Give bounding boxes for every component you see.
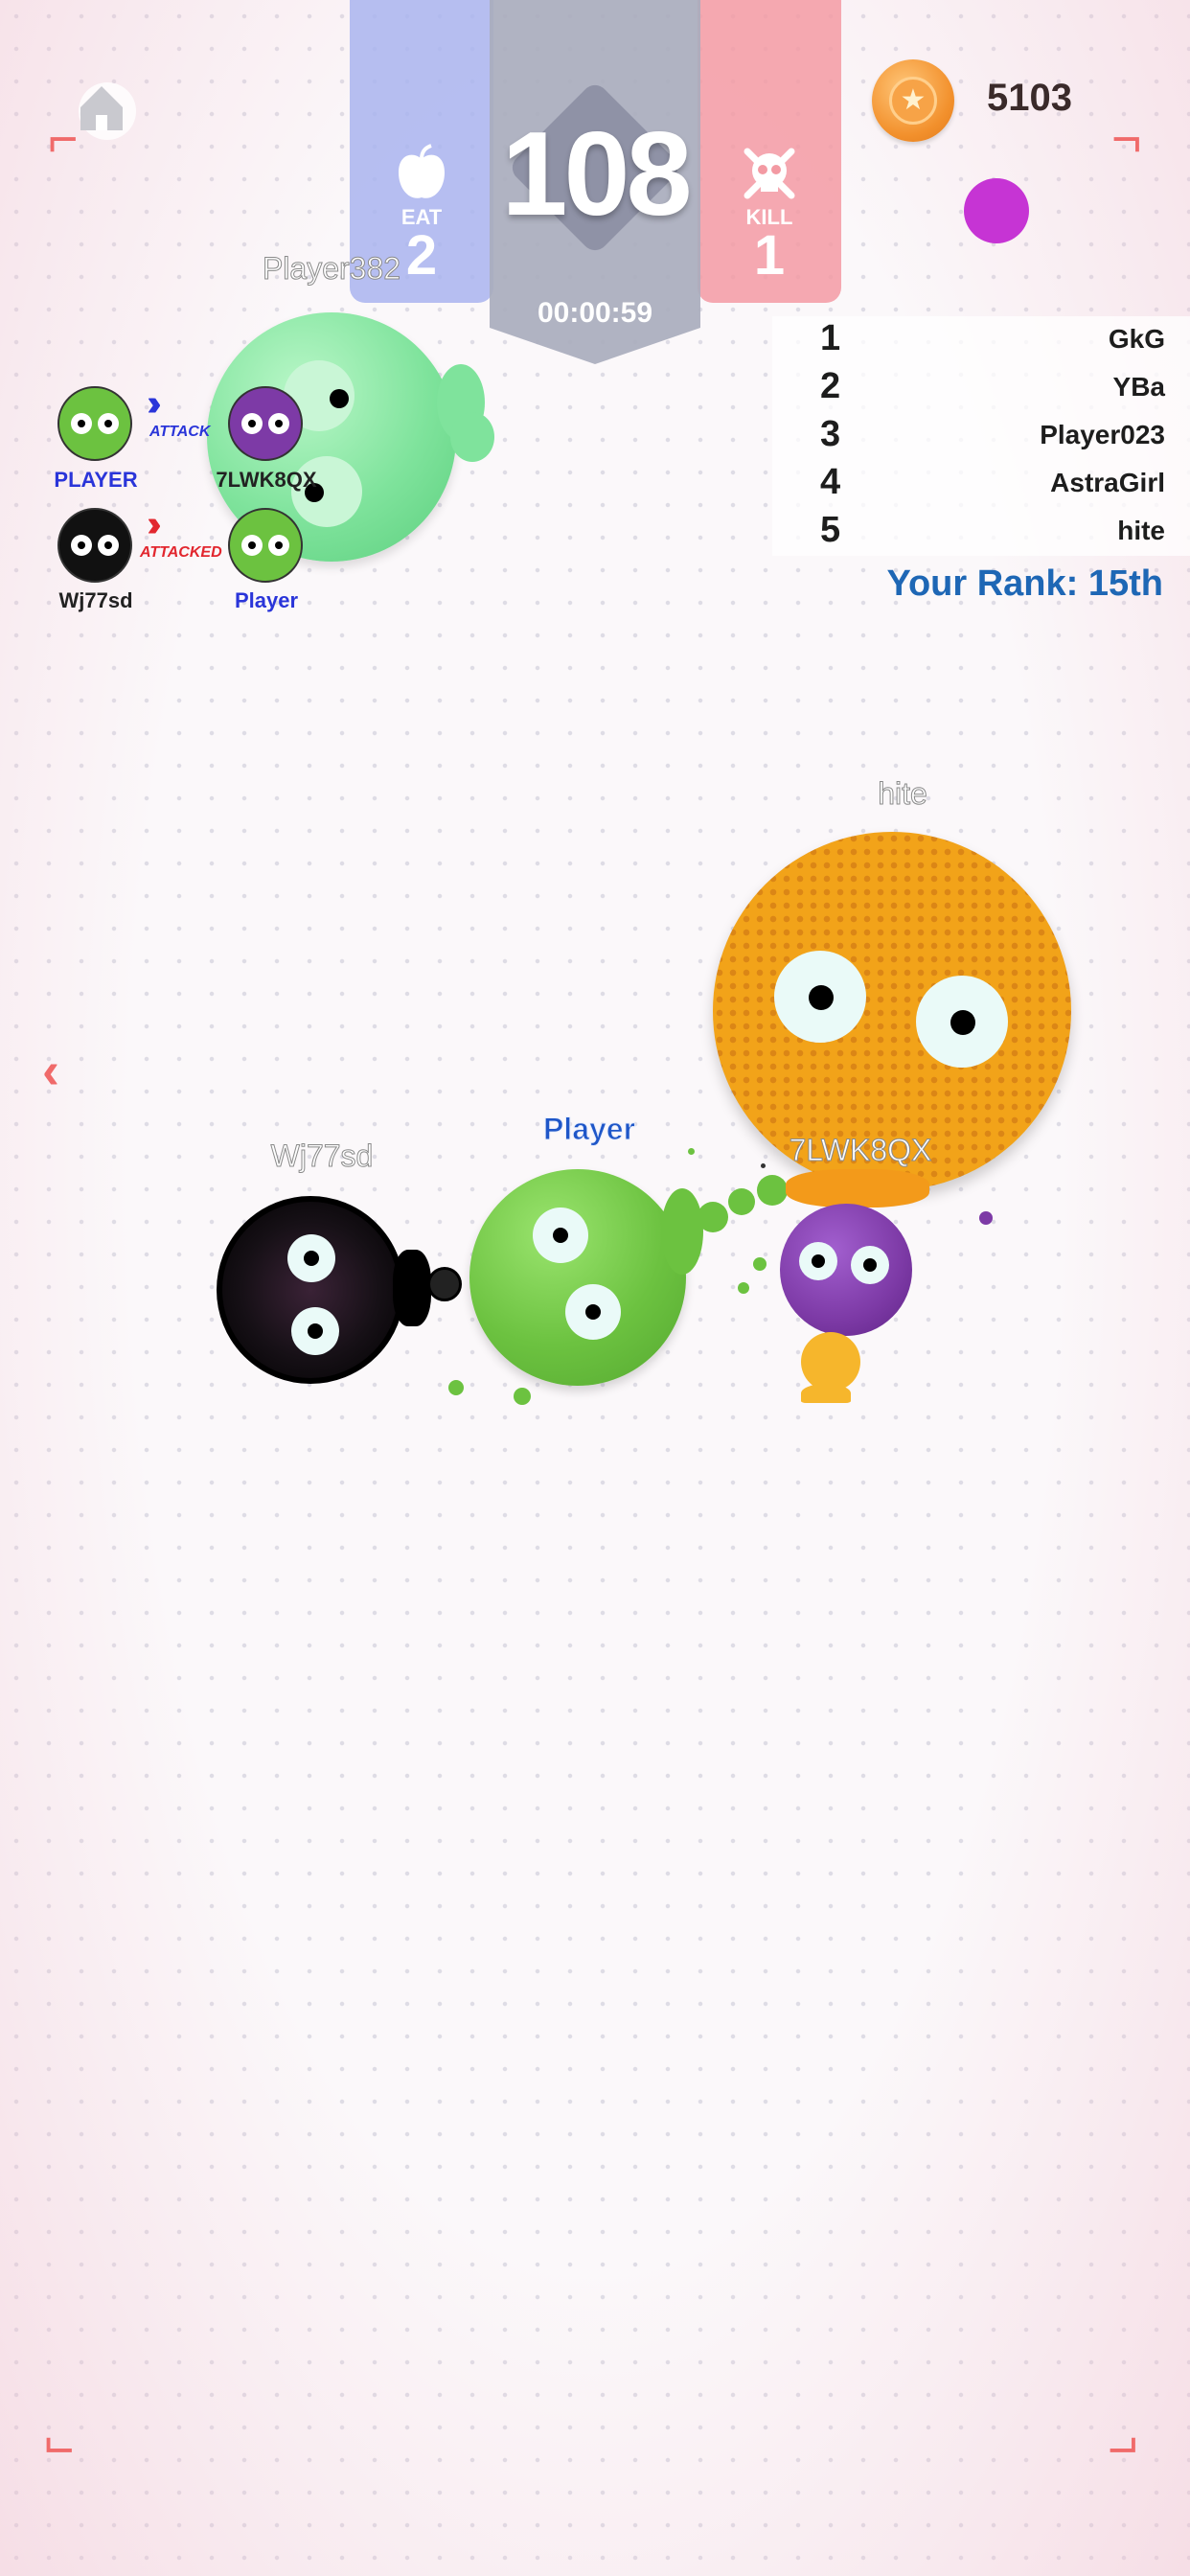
food-pellet (753, 1257, 767, 1271)
blob-eye (287, 1234, 335, 1282)
leaderboard-row: 2 YBa (772, 366, 1165, 414)
player-name: Player (542, 1112, 636, 1147)
player382-name: Player382 (262, 251, 401, 287)
lwk-tail (801, 1332, 860, 1392)
leaderboard-row: 4 AstraGirl (772, 462, 1165, 510)
apple-icon (399, 144, 445, 198)
leaderboard-name: YBa (1112, 372, 1165, 402)
lwk-tail-fin (801, 1384, 851, 1403)
blob-eye (291, 1307, 339, 1355)
corner-marker-top-right: ⌐ (1111, 110, 1142, 168)
leaderboard-row: 1 GkG (772, 318, 1165, 366)
player382-tail (450, 412, 494, 462)
leaderboard-name: GkG (1108, 324, 1165, 354)
food-pellet (761, 1163, 766, 1168)
hite-name: hite (878, 776, 928, 812)
wj77sd-name: Wj77sd (270, 1138, 374, 1174)
food-pellet (688, 1148, 695, 1155)
leaderboard-rank: 4 (820, 462, 841, 502)
wj77sd-blob (217, 1196, 404, 1384)
player-blob[interactable] (469, 1169, 686, 1386)
purple-pellet (964, 178, 1029, 243)
score-value: 108 (501, 108, 693, 241)
leaderboard-rank: 3 (820, 414, 841, 454)
coin-balance: 5103 (987, 77, 1072, 119)
blob-eye (799, 1242, 837, 1280)
blob-eye (774, 951, 866, 1043)
feed-victim-name: Player (234, 588, 299, 612)
wj77sd-tail (427, 1267, 462, 1301)
food-pellet (448, 1380, 464, 1395)
leaderboard-row: 5 hite (772, 510, 1165, 558)
feed-victim-avatar (228, 386, 303, 461)
leaderboard-name: AstraGirl (1050, 468, 1165, 497)
skull-icon (744, 148, 795, 199)
leaderboard-name: hite (1117, 516, 1165, 545)
lwk-hat (786, 1169, 929, 1208)
leaderboard-rank: 5 (820, 510, 841, 550)
feed-player-avatar (228, 508, 303, 583)
corner-marker-bottom-left: ⌐ (44, 2422, 75, 2479)
feed-victim-name: 7LWK8QX (216, 468, 317, 492)
star-coin-icon: ★ (872, 59, 954, 142)
wj77sd-tail (393, 1250, 431, 1326)
feed-player-avatar (57, 386, 132, 461)
player-tail-segment (728, 1188, 755, 1215)
feed-wj77sd-avatar (57, 508, 132, 583)
lwk-name: 7LWK8QX (789, 1133, 932, 1168)
food-pellet (979, 1211, 993, 1225)
leaderboard-name: Player023 (1040, 420, 1165, 449)
kill-count: 1 (753, 224, 786, 287)
blob-eye (916, 976, 1008, 1068)
player-tail (661, 1188, 703, 1275)
food-pellet (514, 1388, 531, 1405)
feed-attacker-name: PLAYER (54, 468, 138, 492)
blob-eye (533, 1208, 588, 1263)
player-tail-segment (698, 1202, 728, 1232)
feed-attacker-name: Wj77sd (58, 588, 133, 612)
match-timer: 00:00:59 (537, 297, 653, 329)
leaderboard-rank: 1 (820, 318, 841, 358)
your-rank: Your Rank: 15th (886, 564, 1163, 604)
home-icon[interactable] (69, 75, 138, 142)
blob-eye (851, 1246, 889, 1284)
leaderboard-rank: 2 (820, 366, 841, 406)
leaderboard: 1 GkG 2 YBa 3 Player023 4 AstraGirl 5 hi… (772, 316, 1190, 556)
food-pellet (738, 1282, 749, 1294)
leaderboard-row: 3 Player023 (772, 414, 1165, 462)
corner-marker-bottom-right: ⌐ (1108, 2422, 1138, 2479)
left-edge-chevron-icon: ‹ (42, 1042, 59, 1099)
player-tail-segment (757, 1175, 788, 1206)
feed-action: ATTACK (149, 424, 211, 440)
lwk-blob (780, 1204, 912, 1336)
blob-eye (565, 1284, 621, 1340)
feed-action: ATTACKED (140, 544, 222, 561)
